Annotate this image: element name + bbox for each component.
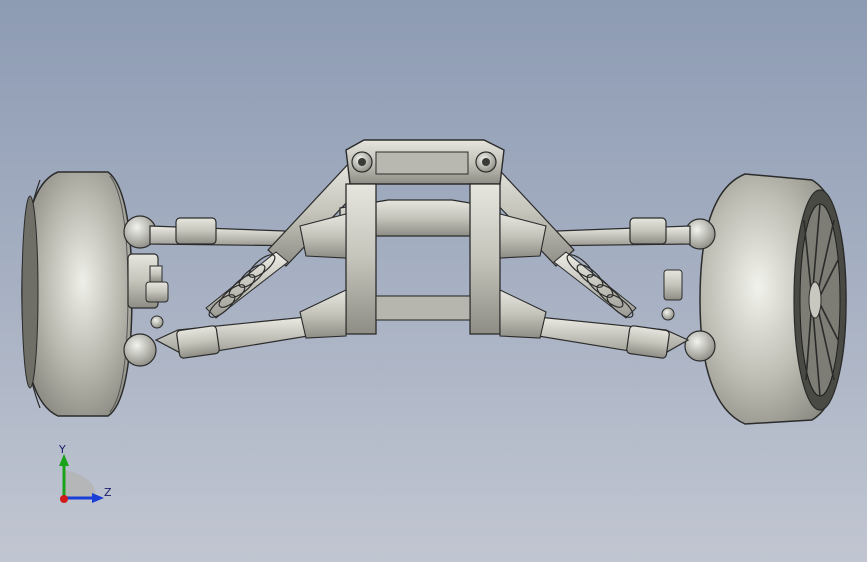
orientation-triad: Y Z <box>58 443 112 503</box>
right-wheel[interactable] <box>699 173 847 425</box>
triad-plane-indicator <box>64 470 96 498</box>
left-wheel[interactable] <box>21 171 133 417</box>
left-lower-control-arm[interactable] <box>154 315 321 359</box>
graphics-viewport[interactable]: Y Z <box>0 0 867 562</box>
x-axis-dot <box>60 495 68 503</box>
z-axis-label: Z <box>104 486 112 499</box>
z-axis-arrow <box>92 493 104 503</box>
suspension-assembly-model[interactable] <box>0 0 867 562</box>
central-subframe[interactable] <box>299 139 547 339</box>
y-axis-label: Y <box>58 443 66 456</box>
right-lower-control-arm[interactable] <box>525 315 690 359</box>
